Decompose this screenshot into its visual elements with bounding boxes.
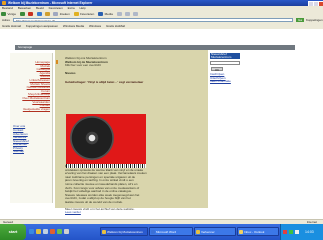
folder-task-icon xyxy=(196,230,200,234)
quicklaunch-folder-icon[interactable] xyxy=(36,229,41,234)
task-outlook-window[interactable]: Inbox - Outlook xyxy=(237,227,279,236)
go-button[interactable]: Ga xyxy=(296,18,304,22)
window-title: Welkom bij Muziekcentrum - Microsoft Int… xyxy=(8,1,93,5)
tray-network-icon[interactable] xyxy=(289,230,293,234)
search-icon[interactable] xyxy=(53,12,59,16)
section-marker xyxy=(56,60,58,64)
nav-divider xyxy=(52,53,53,203)
mail-icon[interactable] xyxy=(124,12,130,16)
quicklaunch-ie-icon[interactable] xyxy=(29,229,34,234)
newsletter-email-input[interactable] xyxy=(210,61,240,65)
refresh-icon[interactable] xyxy=(36,12,42,16)
taskbar-clock[interactable]: 14:03 xyxy=(305,224,314,240)
task-label: Verkenner xyxy=(201,230,215,234)
quicklaunch-media-icon[interactable] xyxy=(50,229,55,234)
vinyl-record-image xyxy=(70,116,114,160)
quicklaunch-app-icon[interactable] xyxy=(64,229,69,234)
history-icon[interactable] xyxy=(116,12,122,16)
ie-app-icon xyxy=(2,1,6,5)
task-label: Microsoft Word xyxy=(156,230,177,234)
newsletter-header: Nieuwsbrief Muziekcentrum xyxy=(210,53,240,59)
outlook-task-icon xyxy=(239,230,243,234)
quicklaunch-outlook-icon[interactable] xyxy=(57,229,62,234)
newsletter-ok-button[interactable]: OK xyxy=(211,67,223,72)
task-explorer-window[interactable]: Verkenner xyxy=(194,227,236,236)
homepage-link[interactable]: homepage xyxy=(18,45,32,49)
task-word-window[interactable]: Microsoft Word xyxy=(149,227,193,236)
read-more-link[interactable]: Lees verder xyxy=(65,211,205,215)
quicklaunch-desktop-icon[interactable] xyxy=(43,229,48,234)
barcode-strip xyxy=(66,164,146,168)
nav-sitemap[interactable]: Sitemap xyxy=(10,150,52,154)
back-icon[interactable] xyxy=(1,12,6,16)
print-icon[interactable] xyxy=(133,12,139,16)
home-icon[interactable] xyxy=(44,12,50,16)
word-task-icon xyxy=(151,230,155,234)
ie-task-icon xyxy=(102,230,106,234)
task-label: Inbox - Outlook xyxy=(244,230,265,234)
task-ie-window[interactable]: Welkom bij Muziekcentrum xyxy=(100,227,148,236)
tray-volume-icon[interactable] xyxy=(295,230,299,234)
forward-icon[interactable] xyxy=(19,12,25,16)
task-label: Welkom bij Muziekcentrum xyxy=(107,230,143,234)
newsletter-links: Inschrijven Uitschrijven Meer informatie xyxy=(210,72,240,84)
tray-security-icon[interactable] xyxy=(283,230,287,234)
address-input[interactable]: http://www.muziekcentrum.nl/ xyxy=(13,18,293,22)
stop-icon[interactable] xyxy=(28,12,34,16)
favorites-icon[interactable] xyxy=(73,12,79,16)
start-button[interactable]: start xyxy=(0,224,26,240)
article-title[interactable]: Geluidsdrager: 'Vinyl is altijd beter...… xyxy=(65,81,205,85)
newsletter-info-link[interactable]: Meer informatie xyxy=(210,79,240,84)
left-navigation: Homepage Muziek Catalogus Agenda Nieuws … xyxy=(10,53,52,203)
media-icon[interactable] xyxy=(98,12,104,16)
